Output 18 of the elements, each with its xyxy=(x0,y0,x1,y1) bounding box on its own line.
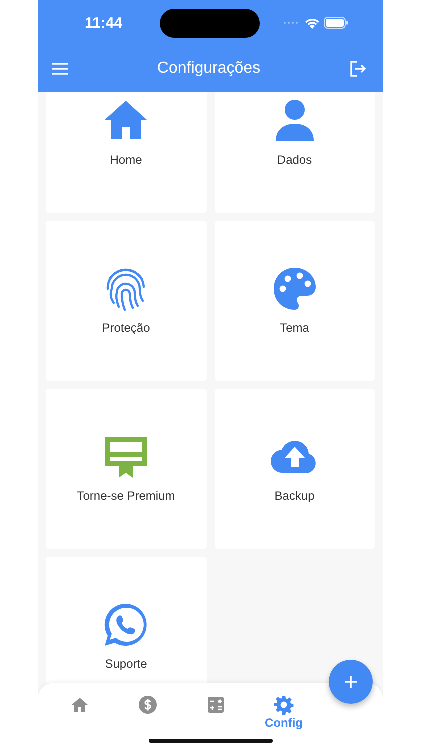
add-button[interactable] xyxy=(329,660,373,704)
gear-icon xyxy=(274,695,294,715)
calculator-icon xyxy=(206,695,226,715)
battery-icon xyxy=(324,17,349,29)
status-time: 11:44 xyxy=(85,14,124,32)
plus-icon xyxy=(344,675,358,689)
settings-tile[interactable]: Home xyxy=(46,92,206,213)
settings-tile[interactable]: Backup xyxy=(214,389,375,549)
screen-title: Configurações xyxy=(157,60,261,78)
settings-tile[interactable]: Suporte xyxy=(46,557,206,683)
wifi-icon xyxy=(305,18,320,28)
signal-icon xyxy=(283,21,301,25)
house-icon xyxy=(70,695,90,715)
settings-tile[interactable]: Dados xyxy=(214,92,375,213)
settings-tile[interactable]: Proteção xyxy=(46,221,206,381)
dollar-icon xyxy=(138,695,158,715)
settings-tile[interactable]: Torne-se Premium xyxy=(46,389,206,549)
settings-tile[interactable]: Tema xyxy=(214,221,375,381)
